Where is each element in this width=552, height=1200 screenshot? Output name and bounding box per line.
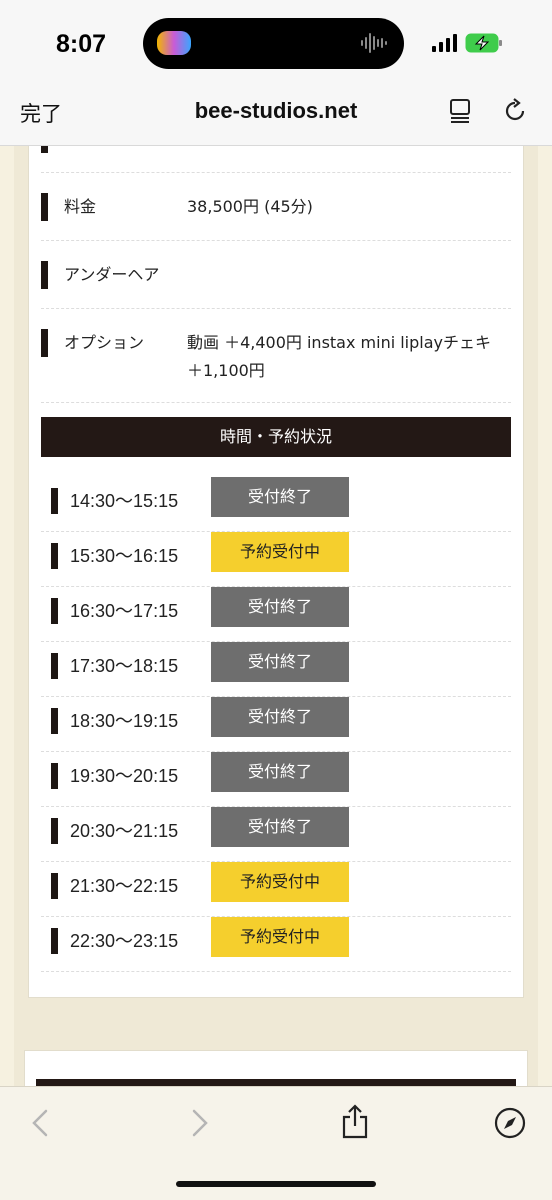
now-playing-artwork [157, 31, 191, 55]
slot-row: 15:30〜16:15 予約受付中 [41, 532, 511, 587]
next-plan-card [24, 1050, 528, 1086]
reader-icon[interactable] [449, 98, 473, 124]
signal-icon [432, 34, 457, 52]
next-plan-header [36, 1079, 516, 1086]
slot-row: 20:30〜21:15 受付終了 [41, 807, 511, 862]
closed-status-badge: 受付終了 [211, 642, 349, 682]
plan-card: 特典 料金 38,500円 (45分) アンダーヘア オプション 動画 ＋4,4… [28, 146, 524, 998]
info-row-bonus: 特典 [41, 146, 511, 173]
info-label: 特典 [41, 146, 96, 153]
plan-card-frame: 特典 料金 38,500円 (45分) アンダーヘア オプション 動画 ＋4,4… [14, 146, 538, 1086]
forward-icon[interactable] [190, 1107, 210, 1139]
slot-time: 20:30〜21:15 [51, 818, 178, 844]
info-row-underhair: アンダーヘア [41, 241, 511, 309]
info-label: アンダーヘア [41, 261, 159, 289]
slot-time: 16:30〜17:15 [51, 598, 178, 624]
page-content: 特典 料金 38,500円 (45分) アンダーヘア オプション 動画 ＋4,4… [0, 146, 552, 1086]
slot-row: 14:30〜15:15 受付終了 [41, 477, 511, 532]
reserve-button[interactable]: 予約受付中 [211, 917, 349, 957]
info-label: 料金 [41, 193, 96, 221]
closed-status-badge: 受付終了 [211, 752, 349, 792]
slot-row: 19:30〜20:15 受付終了 [41, 752, 511, 807]
share-icon[interactable] [340, 1103, 370, 1141]
slot-row: 18:30〜19:15 受付終了 [41, 697, 511, 752]
info-row-price: 料金 38,500円 (45分) [41, 173, 511, 241]
browser-url-bar: 完了 bee-studios.net [0, 88, 552, 146]
slot-time: 14:30〜15:15 [51, 488, 178, 514]
slot-row: 22:30〜23:15 予約受付中 [41, 917, 511, 972]
slot-time: 19:30〜20:15 [51, 763, 178, 789]
slot-time: 17:30〜18:15 [51, 653, 178, 679]
slot-time: 22:30〜23:15 [51, 928, 178, 954]
dynamic-island [143, 18, 404, 69]
closed-status-badge: 受付終了 [211, 587, 349, 627]
audio-wave-icon [361, 33, 387, 53]
info-row-option: オプション 動画 ＋4,400円 instax mini liplayチェキ ＋… [41, 309, 511, 403]
slot-time: 18:30〜19:15 [51, 708, 178, 734]
compass-icon[interactable] [494, 1107, 526, 1139]
slot-row: 17:30〜18:15 受付終了 [41, 642, 511, 697]
closed-status-badge: 受付終了 [211, 477, 349, 517]
slot-time: 21:30〜22:15 [51, 873, 178, 899]
closed-status-badge: 受付終了 [211, 807, 349, 847]
slot-row: 21:30〜22:15 予約受付中 [41, 862, 511, 917]
home-indicator [176, 1181, 376, 1187]
slot-row: 16:30〜17:15 受付終了 [41, 587, 511, 642]
info-value: 動画 ＋4,400円 instax mini liplayチェキ ＋1,100円 [187, 333, 492, 380]
reserve-button[interactable]: 予約受付中 [211, 532, 349, 572]
closed-status-badge: 受付終了 [211, 697, 349, 737]
schedule-header: 時間・予約状況 [41, 417, 511, 457]
battery-charging-icon [465, 33, 502, 53]
info-value: 38,500円 (45分) [187, 197, 313, 216]
reserve-button[interactable]: 予約受付中 [211, 862, 349, 902]
back-icon[interactable] [30, 1107, 50, 1139]
status-time: 8:07 [56, 30, 107, 58]
info-label: オプション [41, 329, 144, 357]
status-bar: 8:07 [0, 0, 552, 88]
reload-icon[interactable] [502, 98, 528, 124]
slot-time: 15:30〜16:15 [51, 543, 178, 569]
